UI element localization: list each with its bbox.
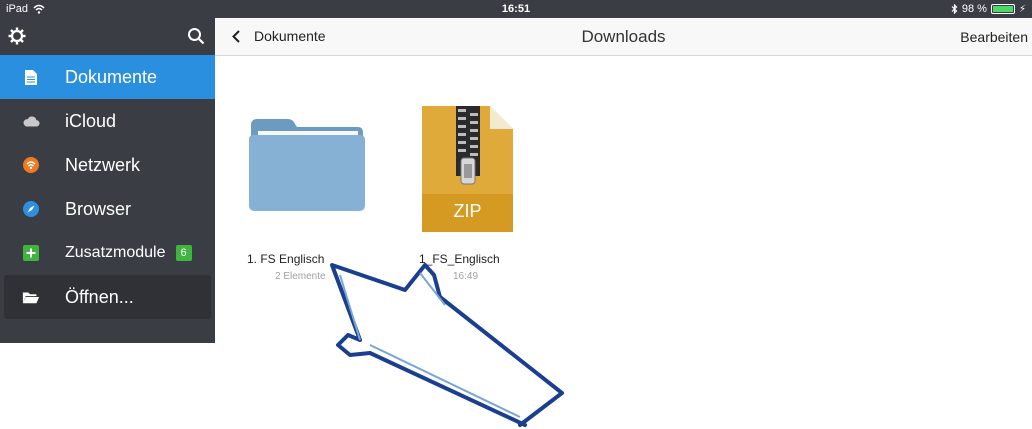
sidebar-item-oeffnen[interactable]: Öffnen... bbox=[4, 275, 211, 319]
cloud-icon bbox=[22, 112, 40, 130]
sidebar-item-zusatzmodule[interactable]: Zusatzmodule 6 bbox=[0, 231, 215, 275]
sidebar-item-label: Zusatzmodule bbox=[65, 244, 166, 261]
gear-icon[interactable] bbox=[8, 27, 26, 45]
annotation-arrow-icon bbox=[330, 263, 564, 427]
battery-percent: 98 % bbox=[961, 3, 987, 15]
document-icon bbox=[22, 68, 40, 86]
search-icon[interactable] bbox=[187, 27, 205, 45]
folder-icon bbox=[249, 119, 365, 211]
folder-open-icon bbox=[22, 288, 40, 306]
sidebar-item-label: Dokumente bbox=[65, 67, 158, 87]
sidebar-item-browser[interactable]: Browser bbox=[0, 187, 215, 231]
zip-badge: ZIP bbox=[453, 201, 482, 221]
count-badge: 6 bbox=[175, 245, 192, 261]
charging-icon: ⚡ bbox=[1018, 3, 1026, 15]
sidebar: Dokumente iCloud Netzwerk Browser Zusatz… bbox=[0, 18, 215, 343]
edit-button[interactable]: Bearbeiten bbox=[960, 29, 1028, 45]
status-right: 98 % ⚡ bbox=[951, 3, 1026, 15]
sidebar-item-label: Netzwerk bbox=[65, 155, 141, 175]
battery-icon bbox=[990, 4, 1015, 14]
sidebar-item-dokumente[interactable]: Dokumente bbox=[0, 55, 215, 99]
navigation-bar: Dokumente Downloads Bearbeiten bbox=[215, 18, 1032, 56]
status-time: 16:51 bbox=[501, 3, 531, 15]
sidebar-item-label: iCloud bbox=[65, 111, 117, 131]
sidebar-item-label: Browser bbox=[65, 199, 132, 219]
bluetooth-icon bbox=[951, 4, 958, 14]
sidebar-item-netzwerk[interactable]: Netzwerk bbox=[0, 143, 215, 187]
status-bar: iPad 16:51 98 % ⚡ bbox=[0, 0, 1032, 18]
sidebar-toolbar bbox=[0, 18, 215, 55]
compass-icon bbox=[22, 200, 40, 218]
sidebar-item-label: Öffnen... bbox=[65, 287, 134, 307]
sidebar-item-icloud[interactable]: iCloud bbox=[0, 99, 215, 143]
plus-icon bbox=[22, 244, 40, 262]
page-title: Downloads bbox=[581, 27, 666, 46]
wifi-icon bbox=[22, 156, 40, 174]
